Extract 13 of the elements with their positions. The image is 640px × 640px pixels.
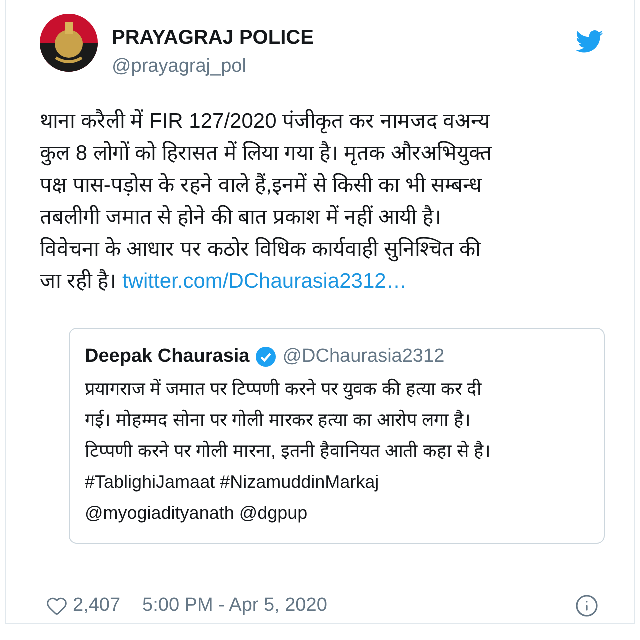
quoted-tweet[interactable] xyxy=(69,328,605,544)
quoted-author-handle: @DChaurasia2312 xyxy=(282,345,445,369)
info-icon[interactable] xyxy=(575,594,599,618)
like-count: 2,407 xyxy=(73,594,121,618)
author-name: PRAYAGRAJ POLICE xyxy=(112,26,315,50)
quoted-text: प्रयागराज में जमात पर टिप्पणी करने पर युवक की हत्या कर दी गई। मोहम्मद सोना पर गोली मारकर हत्या का आरोप लगा है। टिप्पणी करने पर गोली मारना, इतनी हैवानियत आती कहा से है। #TablighiJamaat #NizamuddinMarkaj @myogiadityanath @dgpup xyxy=(85,378,492,525)
bird-logo-icon[interactable] xyxy=(576,30,604,54)
tweet-timestamp[interactable]: 5:00 PM - Apr 5, 2020 xyxy=(142,592,328,620)
tweet-link[interactable]: twitter.com/DChaurasia2312… xyxy=(122,270,408,293)
quoted-author-name: Deepak Chaurasia xyxy=(85,345,250,369)
police-emblem-icon xyxy=(40,14,98,72)
author-handle: @prayagraj_pol xyxy=(112,55,248,79)
tweet-text: थाना करैली में FIR 127/2020 पंजीकृत कर नामजद वअन्य कुल 8 लोगों को हिरासत में लिया गया है। मृतक औरअभियुक्त पक्ष पास-पड़ोस के रहने वाले हैं,इनमें से किसी का भी सम्बन्ध तबलीगी जमात से होने की बात प्रकाश में नहीं आयी है। विवेचना के आधार पर कठोर विधिक कार्यवाही सुनिश्चित की जा रही है। twitter.com/DChaurasia2312… xyxy=(40,108,494,295)
